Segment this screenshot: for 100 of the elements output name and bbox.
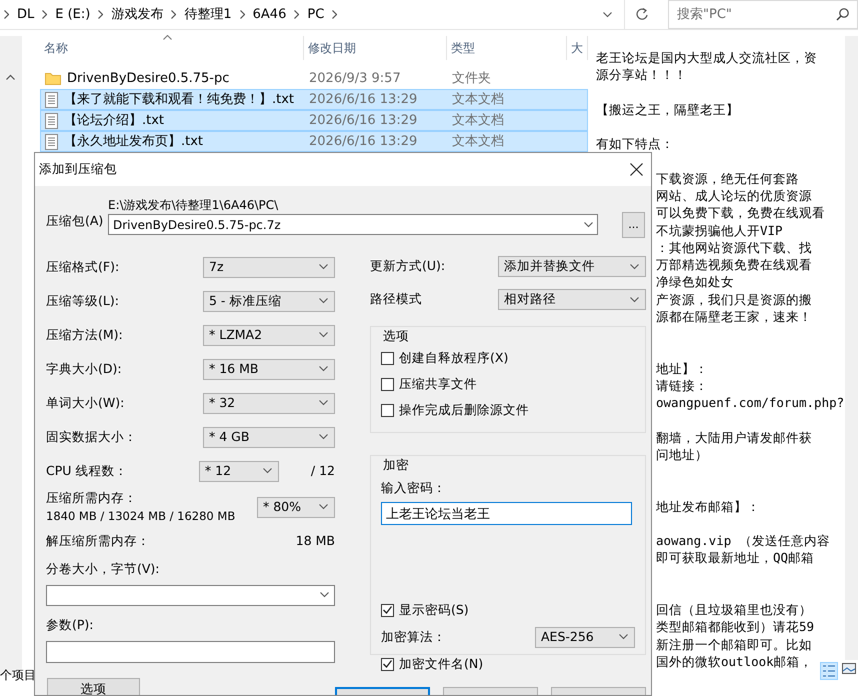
text-line: 【搬运之王，隔壁老王】 <box>596 100 739 118</box>
browse-button[interactable]: ... <box>622 212 645 238</box>
breadcrumb-item[interactable]: PC <box>307 4 324 24</box>
check-icon <box>383 606 392 614</box>
field-label: CPU 线程数： <box>46 462 128 480</box>
text-line: 即可获取最新地址，QQ邮箱 <box>656 549 814 566</box>
memory-value: 18 MB <box>296 532 335 550</box>
parameters-field[interactable] <box>46 640 335 662</box>
chevron-icon <box>630 296 639 302</box>
checkbox[interactable] <box>381 658 394 671</box>
checkbox-label: 创建自释放程序(X) <box>399 349 508 368</box>
column-header[interactable]: 名称 <box>40 36 304 60</box>
text-line: 下载资源，绝无任何套路 <box>656 170 799 187</box>
dropdown[interactable]: * 32 <box>203 392 335 414</box>
file-type: 文件夹 <box>451 70 492 88</box>
chevron-icon <box>240 10 245 19</box>
chevron-icon <box>584 222 593 228</box>
file-name: 【来了就能下载和观看！纯免费！】.txt <box>64 90 294 109</box>
checkbox[interactable] <box>381 378 394 392</box>
text-line: 源都在隔壁老王家，速来！ <box>656 308 812 325</box>
chevron-icon <box>332 10 338 19</box>
modified-date: 2026/6/16 13:29 <box>308 112 418 130</box>
dropdown[interactable]: * 16 MB <box>203 358 335 380</box>
close-icon[interactable] <box>630 163 643 176</box>
field-label: 压缩包(A) <box>46 212 104 230</box>
text-line: 国外的微软outlook邮箱， <box>656 652 813 670</box>
search-placeholder: 搜索"PC" <box>677 6 732 24</box>
column-header[interactable]: 类型 <box>447 36 567 60</box>
chevron-icon <box>602 12 612 18</box>
dropdown[interactable]: AES-256 <box>535 626 635 648</box>
checkbox[interactable] <box>381 352 394 366</box>
file-row[interactable]: 【来了就能下载和观看！纯免费！】.txt 2026/6/16 13:29 文本文档 <box>40 89 588 110</box>
field-label: 字典大小(D): <box>46 360 122 378</box>
breadcrumb-item[interactable]: DL <box>17 4 34 24</box>
dropdown[interactable]: * LZMA2 <box>203 324 335 346</box>
breadcrumb-item[interactable]: 游戏发布 <box>111 4 164 24</box>
dropdown[interactable]: * 80% <box>257 496 335 518</box>
field-label: 参数(P): <box>46 616 95 634</box>
checkbox[interactable] <box>381 404 394 418</box>
text-line: 源分享站！！！ <box>596 66 687 84</box>
field-label: 分卷大小，字节(V): <box>46 560 161 578</box>
sort-icon <box>163 35 172 40</box>
password-field[interactable]: 上老王论坛当老王 <box>381 502 632 526</box>
chevron-icon <box>294 10 300 19</box>
field-label: 压缩所需内存： <box>46 489 138 507</box>
file-row[interactable]: 【永久地址发布页】.txt 2026/6/16 13:29 文本文档 <box>40 131 588 152</box>
checkbox-label: 加密文件名(N) <box>399 654 484 673</box>
dropdown[interactable]: 7z <box>203 256 335 278</box>
text-line: 不坑蒙拐骗他人开VIP <box>656 222 783 239</box>
chevron-icon <box>619 634 628 640</box>
text-line: 新注册一个邮箱即可。比如 <box>656 636 812 653</box>
file-row[interactable]: DrivenByDesire0.5.75-pc 2026/9/3 9:57 文件夹 <box>40 68 588 89</box>
text-line: aowang.vip （发送任意内容 <box>656 532 830 550</box>
chevron-icon <box>630 264 639 270</box>
text-line: 翻墙，大陆用户请发邮件获 <box>656 428 812 446</box>
checkbox[interactable] <box>381 604 394 617</box>
chevron-icon <box>42 10 48 19</box>
field-label: 压缩方法(M): <box>46 326 123 344</box>
archive-name-combo[interactable]: DrivenByDesire0.5.75-pc.7z <box>108 214 598 235</box>
dropdown[interactable]: 5 - 标准压缩 <box>203 290 335 312</box>
field-label: 压缩格式(F): <box>46 258 120 276</box>
chevron-icon <box>262 468 272 474</box>
modified-date: 2026/6/16 13:29 <box>308 90 418 109</box>
file-name: 【永久地址发布页】.txt <box>64 132 204 151</box>
details-view-icon[interactable] <box>820 662 838 680</box>
file-row[interactable]: 【论坛介绍】.txt 2026/6/16 13:29 文本文档 <box>40 110 588 131</box>
thread-total: / 12 <box>310 462 335 480</box>
search-field[interactable]: 搜索"PC" <box>668 0 858 29</box>
column-header[interactable]: 大 <box>567 36 588 60</box>
dialog-title: 添加到压缩包 <box>39 160 117 178</box>
breadcrumb-item[interactable]: E (E:) <box>55 4 90 24</box>
field-label: 固实数据大小： <box>46 428 137 446</box>
chevron-icon <box>319 264 328 270</box>
chevron-icon <box>98 10 104 19</box>
breadcrumb-item[interactable]: 6A46 <box>252 4 286 24</box>
file-name: DrivenByDesire0.5.75-pc <box>67 70 230 88</box>
dropdown[interactable]: * 12 <box>198 460 279 482</box>
text-file-icon <box>45 112 58 128</box>
breadcrumb-item[interactable]: 待整理1 <box>184 4 232 24</box>
thumbnail-view-icon[interactable] <box>842 662 856 674</box>
text-line: 万部精选视频免费在线观看 <box>656 256 812 274</box>
options-button[interactable]: 选项 <box>47 678 140 695</box>
field-label: 加密算法： <box>381 628 446 646</box>
file-name: 【论坛介绍】.txt <box>64 112 164 130</box>
dropdown[interactable]: 添加并替换文件 <box>498 256 646 277</box>
status-text: 个项目 <box>0 667 36 684</box>
chevron-icon <box>319 504 328 510</box>
text-file-icon <box>45 134 58 150</box>
text-line: 回信（且垃圾箱里也没有） <box>656 601 812 618</box>
chevron-icon <box>319 366 328 372</box>
volume-size-combo[interactable] <box>46 584 335 606</box>
chevron-icon <box>319 400 328 406</box>
field-label: 单词大小(W): <box>46 394 124 412</box>
modified-date: 2026/6/16 13:29 <box>308 132 418 151</box>
text-line: 可以免费下载，免费在线观看 <box>656 204 825 222</box>
file-type: 文本文档 <box>451 132 505 151</box>
dropdown[interactable]: * 4 GB <box>203 426 335 448</box>
chevron-icon <box>319 434 328 440</box>
column-header[interactable]: 修改日期 <box>304 36 447 60</box>
dropdown[interactable]: 相对路径 <box>498 289 646 310</box>
